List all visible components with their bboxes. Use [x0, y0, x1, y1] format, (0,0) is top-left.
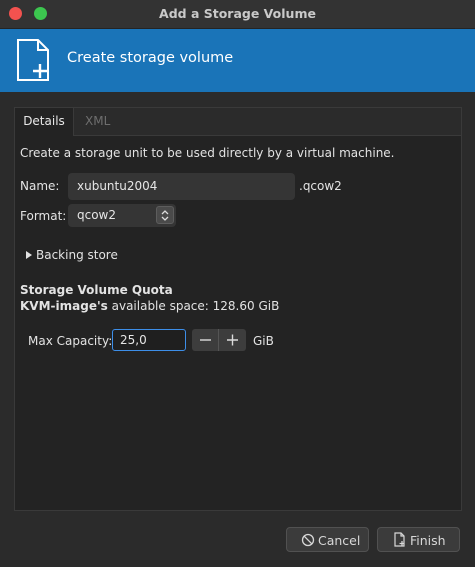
format-select-toggle[interactable] — [156, 206, 174, 224]
decrease-button[interactable] — [192, 329, 219, 351]
description-text: Create a storage unit to be used directl… — [20, 146, 395, 160]
backing-store-label: Backing store — [36, 248, 118, 262]
plus-icon — [227, 334, 238, 346]
cancel-button[interactable]: Cancel — [286, 527, 369, 552]
cancel-icon — [301, 533, 315, 547]
details-panel: Details XML Create a storage unit to be … — [14, 107, 462, 511]
available-space-text: available space: 128.60 GiB — [111, 299, 280, 313]
format-label: Format: — [20, 209, 67, 223]
tab-xml[interactable]: XML — [85, 108, 110, 135]
new-volume-icon — [17, 39, 49, 81]
header-banner: Create storage volume — [0, 29, 475, 92]
banner-title: Create storage volume — [67, 50, 234, 66]
expander-arrow-icon — [26, 251, 32, 259]
window-title: Add a Storage Volume — [159, 6, 316, 21]
format-select[interactable]: qcow2 — [68, 204, 176, 227]
name-input-value: xubuntu2004 — [77, 179, 158, 193]
name-input[interactable]: xubuntu2004 — [68, 173, 295, 200]
increase-button[interactable] — [219, 329, 246, 351]
finish-button-label: Finish — [410, 533, 446, 548]
name-label: Name: — [20, 179, 60, 193]
backing-store-expander[interactable]: Backing store — [25, 248, 135, 264]
capacity-unit: GiB — [253, 334, 274, 348]
tab-bar: Details XML — [15, 108, 461, 136]
tab-details[interactable]: Details — [15, 108, 74, 136]
chevron-up-down-icon — [161, 210, 169, 221]
format-select-value: qcow2 — [77, 208, 117, 222]
max-capacity-input[interactable]: 25,0 — [112, 329, 186, 351]
quota-heading: Storage Volume Quota — [20, 283, 173, 297]
name-suffix: .qcow2 — [299, 179, 342, 193]
minus-icon — [200, 339, 211, 341]
max-capacity-label: Max Capacity: — [28, 334, 113, 348]
cancel-button-label: Cancel — [318, 533, 361, 548]
finish-button[interactable]: Finish — [377, 527, 460, 552]
title-bar: Add a Storage Volume — [0, 0, 475, 29]
pool-name: KVM-image's — [20, 299, 108, 313]
available-space-line: KVM-image's available space: 128.60 GiB — [20, 299, 279, 313]
max-capacity-stepper — [192, 329, 246, 351]
new-document-icon — [394, 532, 405, 547]
